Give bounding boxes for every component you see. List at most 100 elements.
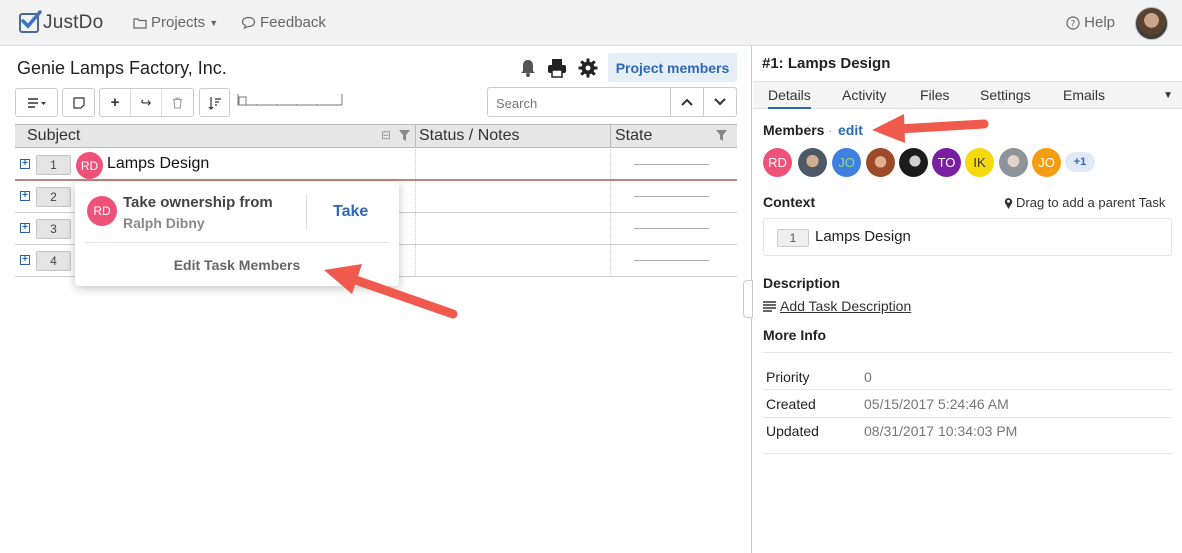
members-edit-link[interactable]: edit xyxy=(838,122,863,138)
justdo-logo[interactable]: JustDo xyxy=(19,10,103,36)
state-empty[interactable] xyxy=(634,164,709,165)
drag-hint-text: Drag to add a parent Task xyxy=(1016,195,1166,210)
chevron-down-icon[interactable] xyxy=(704,88,736,116)
user-avatar[interactable] xyxy=(1135,7,1168,40)
state-empty[interactable] xyxy=(634,228,709,229)
column-state[interactable]: State xyxy=(615,127,652,147)
tabs-more-caret-icon[interactable]: ▼ xyxy=(1163,90,1173,101)
task-details-title: #1: Lamps Design xyxy=(762,55,891,72)
sort-button[interactable] xyxy=(200,89,229,116)
context-label: Context xyxy=(763,194,816,210)
logo-check-icon xyxy=(19,10,42,33)
expand-icon[interactable]: + xyxy=(20,159,30,169)
state-empty[interactable] xyxy=(634,260,709,261)
help-label: Help xyxy=(1084,14,1115,31)
tab-emails[interactable]: Emails xyxy=(1063,87,1105,103)
drag-parent-hint: Drag to add a parent Task xyxy=(1004,195,1165,210)
task-actions-group: + ↪ xyxy=(99,88,194,117)
task-seq: 2 xyxy=(36,187,71,207)
annotation-arrow-icon xyxy=(872,114,989,143)
owner-name: Ralph Dibny xyxy=(123,215,205,231)
gear-icon[interactable] xyxy=(577,57,599,79)
note-group xyxy=(62,88,95,117)
task-seq: 3 xyxy=(36,219,71,239)
task-seq: 4 xyxy=(36,251,71,271)
table-row[interactable]: + 1 RD Lamps Design xyxy=(15,149,737,181)
sort-icon xyxy=(208,96,221,110)
question-circle-icon: ? xyxy=(1066,15,1080,30)
expand-icon[interactable]: + xyxy=(20,223,30,233)
tab-settings[interactable]: Settings xyxy=(980,87,1031,103)
tab-activity[interactable]: Activity xyxy=(842,87,886,103)
take-ownership-button[interactable]: Take xyxy=(333,203,368,221)
info-updated-key: Updated xyxy=(766,423,819,439)
member-avatar[interactable]: RD xyxy=(763,148,792,177)
expand-icon[interactable]: + xyxy=(20,255,30,265)
more-members-badge[interactable]: +1 xyxy=(1065,152,1095,172)
owner-avatar[interactable]: RD xyxy=(76,152,103,179)
column-subject[interactable]: Subject xyxy=(27,127,80,147)
context-seq: 1 xyxy=(777,229,809,247)
folder-icon xyxy=(133,17,147,29)
filter-icon[interactable] xyxy=(399,130,410,141)
project-members-button[interactable]: Project members xyxy=(608,53,737,82)
speech-bubble-icon xyxy=(241,16,256,29)
popover-title: Take ownership from xyxy=(123,194,273,211)
context-item[interactable]: 1 Lamps Design xyxy=(763,218,1172,256)
state-empty[interactable] xyxy=(634,196,709,197)
member-avatar[interactable]: JO xyxy=(1032,148,1061,177)
context-title: Lamps Design xyxy=(815,228,911,245)
top-navbar: JustDo Projects ▼ Feedback ? Help xyxy=(0,0,1182,46)
task-title[interactable]: Lamps Design xyxy=(107,155,209,173)
member-avatar[interactable] xyxy=(866,148,895,177)
projects-label: Projects xyxy=(151,14,206,31)
info-created-value: 05/15/2017 5:24:46 AM xyxy=(864,396,1009,412)
grid-header: Subject ⊟ Status / Notes State xyxy=(15,124,737,148)
expand-icon[interactable]: + xyxy=(20,191,30,201)
trash-icon xyxy=(173,96,182,109)
tab-files[interactable]: Files xyxy=(920,87,950,103)
chevron-up-icon[interactable] xyxy=(671,88,704,116)
pane-resize-handle[interactable] xyxy=(743,280,753,318)
note-button[interactable] xyxy=(63,89,94,116)
caret-down-icon: ▼ xyxy=(209,17,219,28)
member-avatar[interactable]: TO xyxy=(932,148,961,177)
member-avatar[interactable]: JO xyxy=(832,148,861,177)
more-info-label: More Info xyxy=(763,327,826,343)
align-left-icon xyxy=(763,300,776,312)
logo-text: JustDo xyxy=(43,12,104,33)
annotation-arrow-icon xyxy=(324,264,458,319)
map-pin-icon xyxy=(1004,197,1013,209)
tab-details[interactable]: Details xyxy=(768,87,811,109)
info-created-key: Created xyxy=(766,396,816,412)
add-subtask-button[interactable]: ↪ xyxy=(131,89,162,116)
subtask-arrow-icon: ↪ xyxy=(140,94,152,110)
member-avatar[interactable] xyxy=(999,148,1028,177)
zoom-slider[interactable] xyxy=(237,93,343,107)
filter-icon[interactable] xyxy=(716,130,727,141)
info-updated-value: 08/31/2017 10:34:03 PM xyxy=(864,423,1018,439)
info-priority-key: Priority xyxy=(766,369,810,385)
info-priority-value: 0 xyxy=(864,369,872,385)
print-icon[interactable] xyxy=(546,57,568,79)
member-avatar[interactable] xyxy=(899,148,928,177)
align-left-icon xyxy=(27,97,46,108)
search-input[interactable]: Search xyxy=(487,87,671,117)
project-title: Genie Lamps Factory, Inc. xyxy=(17,58,227,78)
bell-icon[interactable] xyxy=(517,57,539,79)
add-description-link[interactable]: Add Task Description xyxy=(763,298,911,314)
view-menu-group xyxy=(15,88,58,117)
help-link[interactable]: ? Help xyxy=(1066,14,1115,31)
view-menu-button[interactable] xyxy=(16,89,57,116)
member-avatar[interactable] xyxy=(798,148,827,177)
member-avatar[interactable]: IK xyxy=(965,148,994,177)
delete-task-button[interactable] xyxy=(162,89,193,116)
add-task-button[interactable]: + xyxy=(100,89,131,116)
sort-group xyxy=(199,88,230,117)
projects-menu[interactable]: Projects ▼ xyxy=(133,14,218,31)
column-status-notes[interactable]: Status / Notes xyxy=(419,127,520,147)
collapse-icon[interactable]: ⊟ xyxy=(381,128,391,142)
add-description-label: Add Task Description xyxy=(780,298,912,314)
feedback-label: Feedback xyxy=(260,14,326,31)
feedback-link[interactable]: Feedback xyxy=(241,14,326,31)
